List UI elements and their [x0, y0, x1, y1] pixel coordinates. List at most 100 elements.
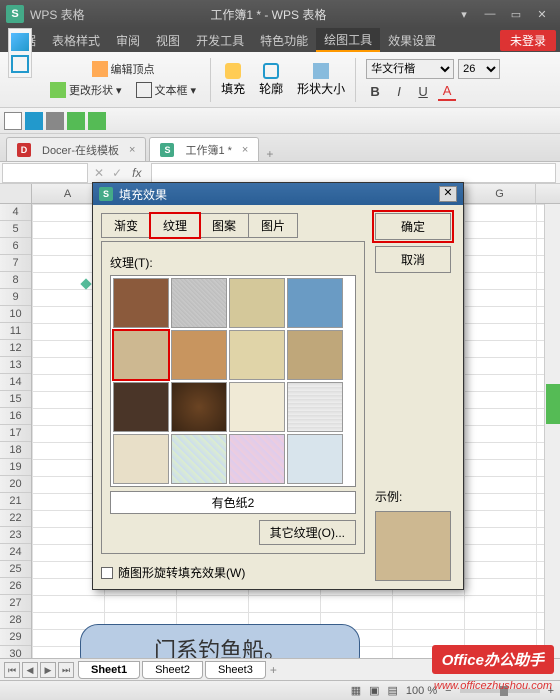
- texture-swatch[interactable]: [113, 330, 169, 380]
- row-header[interactable]: 7: [0, 255, 31, 272]
- row-header[interactable]: 22: [0, 510, 31, 527]
- texture-swatch[interactable]: [171, 278, 227, 328]
- texture-swatch[interactable]: [113, 434, 169, 484]
- accept-formula-icon[interactable]: ✓: [108, 166, 126, 180]
- cancel-formula-icon[interactable]: ✕: [90, 166, 108, 180]
- tab-gradient[interactable]: 渐变: [101, 213, 151, 238]
- row-header[interactable]: 14: [0, 374, 31, 391]
- vertical-scrollbar[interactable]: [544, 204, 560, 664]
- close-icon[interactable]: ×: [242, 144, 248, 156]
- font-color-button[interactable]: A: [438, 83, 456, 101]
- close-button[interactable]: ✕: [530, 5, 554, 23]
- menu-view[interactable]: 视图: [148, 28, 188, 52]
- texture-swatch[interactable]: [287, 382, 343, 432]
- save-icon[interactable]: [25, 112, 43, 130]
- row-header[interactable]: 24: [0, 544, 31, 561]
- menu-effects[interactable]: 效果设置: [380, 28, 444, 52]
- doctab-docer[interactable]: D Docer-在线模板 ×: [6, 137, 146, 161]
- outline-icon[interactable]: [263, 63, 279, 79]
- texture-swatch[interactable]: [287, 434, 343, 484]
- dropdown-icon[interactable]: ▾: [452, 5, 476, 23]
- zoom-level[interactable]: 100 %: [406, 685, 437, 697]
- texture-swatch[interactable]: [229, 278, 285, 328]
- menu-drawing-tools[interactable]: 绘图工具: [316, 28, 380, 52]
- select-all-corner[interactable]: [0, 184, 32, 204]
- row-header[interactable]: 5: [0, 221, 31, 238]
- sheet-tab-3[interactable]: Sheet3: [205, 661, 266, 679]
- row-header[interactable]: 19: [0, 459, 31, 476]
- tab-pattern[interactable]: 图案: [199, 213, 249, 238]
- bold-button[interactable]: B: [366, 83, 384, 101]
- row-header[interactable]: 8: [0, 272, 31, 289]
- redo-icon[interactable]: [88, 112, 106, 130]
- sheet-tab-1[interactable]: Sheet1: [78, 661, 140, 679]
- texture-swatch[interactable]: [171, 434, 227, 484]
- ok-button[interactable]: 确定: [375, 213, 451, 240]
- add-tab-button[interactable]: +: [266, 147, 273, 161]
- row-header[interactable]: 13: [0, 357, 31, 374]
- tab-texture[interactable]: 纹理: [150, 213, 200, 238]
- name-box[interactable]: [2, 163, 88, 183]
- change-shape-button[interactable]: 更改形状 ▾: [46, 80, 126, 100]
- view-break-icon[interactable]: ▤: [388, 684, 398, 697]
- formula-input[interactable]: [151, 163, 556, 183]
- row-header[interactable]: 29: [0, 629, 31, 646]
- next-sheet-button[interactable]: ▶: [40, 662, 56, 678]
- undo-icon[interactable]: [67, 112, 85, 130]
- shape-size-label[interactable]: 形状大小: [297, 80, 345, 97]
- menu-dev-tools[interactable]: 开发工具: [188, 28, 252, 52]
- texture-swatch[interactable]: [287, 278, 343, 328]
- row-header[interactable]: 10: [0, 306, 31, 323]
- row-header[interactable]: 6: [0, 238, 31, 255]
- texture-swatch[interactable]: [171, 382, 227, 432]
- row-header[interactable]: 17: [0, 425, 31, 442]
- menu-features[interactable]: 特色功能: [252, 28, 316, 52]
- close-icon[interactable]: ×: [129, 144, 135, 156]
- scroll-thumb[interactable]: [546, 384, 560, 424]
- row-header[interactable]: 12: [0, 340, 31, 357]
- view-layout-icon[interactable]: ▣: [369, 684, 379, 697]
- row-header[interactable]: 20: [0, 476, 31, 493]
- login-button[interactable]: 未登录: [500, 30, 556, 51]
- fill-icon[interactable]: [225, 63, 241, 79]
- row-header[interactable]: 21: [0, 493, 31, 510]
- row-header[interactable]: 9: [0, 289, 31, 306]
- row-header[interactable]: 11: [0, 323, 31, 340]
- last-sheet-button[interactable]: ⏭: [58, 662, 74, 678]
- textbox-button[interactable]: 文本框 ▾: [132, 80, 201, 100]
- texture-swatch[interactable]: [113, 278, 169, 328]
- other-textures-button[interactable]: 其它纹理(O)...: [259, 520, 356, 545]
- texture-swatch[interactable]: [229, 330, 285, 380]
- dialog-titlebar[interactable]: S 填充效果 ✕: [93, 183, 463, 205]
- doctab-workbook[interactable]: S 工作簿1 * ×: [149, 137, 259, 161]
- minimize-button[interactable]: —: [478, 5, 502, 23]
- underline-button[interactable]: U: [414, 83, 432, 101]
- outline-label[interactable]: 轮廓: [259, 80, 283, 97]
- texture-swatch[interactable]: [113, 382, 169, 432]
- row-header[interactable]: 18: [0, 442, 31, 459]
- texture-swatch[interactable]: [229, 434, 285, 484]
- texture-swatch[interactable]: [171, 330, 227, 380]
- maximize-button[interactable]: ▭: [504, 5, 528, 23]
- row-header[interactable]: 15: [0, 391, 31, 408]
- edit-vertex-button[interactable]: 编辑顶点: [88, 59, 159, 79]
- new-icon[interactable]: [4, 112, 22, 130]
- row-header[interactable]: 26: [0, 578, 31, 595]
- row-header[interactable]: 23: [0, 527, 31, 544]
- col-header[interactable]: G: [464, 184, 536, 203]
- fill-label[interactable]: 填充: [221, 80, 245, 97]
- tab-picture[interactable]: 图片: [248, 213, 298, 238]
- texture-swatch[interactable]: [229, 382, 285, 432]
- rotate-checkbox[interactable]: [101, 567, 113, 579]
- arrow-icon[interactable]: [11, 33, 29, 51]
- prev-sheet-button[interactable]: ◀: [22, 662, 38, 678]
- cancel-button[interactable]: 取消: [375, 246, 451, 273]
- row-header[interactable]: 16: [0, 408, 31, 425]
- shape-icon[interactable]: [11, 55, 29, 73]
- row-header[interactable]: 25: [0, 561, 31, 578]
- fx-label[interactable]: fx: [126, 166, 147, 180]
- row-header[interactable]: 28: [0, 612, 31, 629]
- view-normal-icon[interactable]: ▦: [351, 684, 361, 697]
- row-header[interactable]: 27: [0, 595, 31, 612]
- print-icon[interactable]: [46, 112, 64, 130]
